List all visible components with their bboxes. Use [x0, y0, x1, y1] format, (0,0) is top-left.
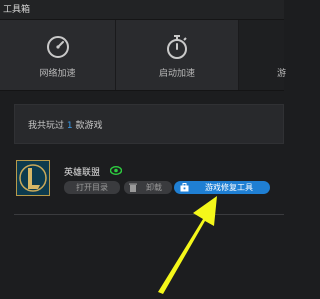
- league-of-legends-logo-icon[interactable]: [16, 160, 50, 196]
- games-played-count: 1: [66, 121, 73, 131]
- tab-network-acceleration[interactable]: 网络加速: [0, 20, 116, 90]
- uninstall-label: 卸载: [146, 183, 162, 192]
- window-titlebar: 工具箱: [0, 0, 284, 20]
- game-list-item: 英雄联盟 打开目录 卸载 游戏修复工具: [14, 158, 284, 215]
- tab-game[interactable]: 游: [239, 20, 287, 90]
- speedometer-icon: [46, 36, 69, 58]
- games-played-text: 我共玩过 1 款游戏: [28, 118, 103, 131]
- tab-boot-acceleration[interactable]: 启动加速: [116, 20, 239, 90]
- visible-eye-icon[interactable]: [110, 166, 122, 175]
- toolbox-tabbar: 网络加速 启动加速 游: [0, 20, 287, 91]
- tab-game-label: 游: [277, 69, 287, 79]
- uninstall-button[interactable]: 卸载: [124, 181, 172, 194]
- game-name: 英雄联盟: [64, 168, 101, 178]
- stopwatch-icon: [167, 35, 187, 59]
- trash-icon: [129, 183, 137, 192]
- games-played-summary: 我共玩过 1 款游戏: [14, 104, 284, 144]
- open-directory-button[interactable]: 打开目录: [64, 181, 120, 194]
- game-repair-label: 游戏修复工具: [205, 183, 253, 192]
- toolbox-icon: [180, 183, 189, 192]
- tab-boot-label: 启动加速: [158, 69, 195, 79]
- game-repair-tool-button[interactable]: 游戏修复工具: [174, 181, 270, 194]
- summary-prefix: 我共玩过: [28, 121, 65, 131]
- summary-suffix: 款游戏: [75, 121, 103, 131]
- tab-network-label: 网络加速: [39, 69, 76, 79]
- window-title: 工具箱: [3, 5, 31, 15]
